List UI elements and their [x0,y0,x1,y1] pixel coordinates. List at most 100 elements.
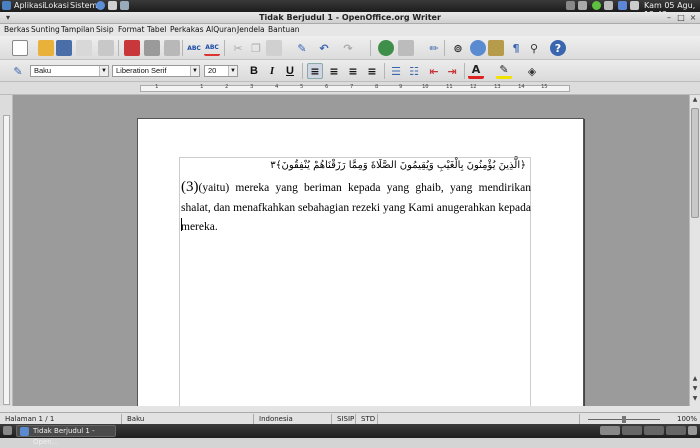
background-color-icon[interactable]: ◈ [524,63,540,79]
tray-chat-icon[interactable] [592,1,601,10]
tray-mail-icon[interactable] [604,1,613,10]
panel-menu-places[interactable]: Lokasi [44,1,69,10]
italic-icon[interactable]: I [264,63,280,79]
print-icon[interactable] [144,40,160,56]
zoom-slider[interactable] [582,414,672,424]
scroll-up-icon[interactable]: ▲ [691,96,699,105]
show-desktop-icon[interactable] [3,426,12,435]
font-name-select[interactable]: Liberation Serif ▼ [112,65,200,77]
help-launcher-icon[interactable] [120,1,129,10]
vertical-ruler[interactable] [0,95,13,406]
horizontal-ruler[interactable]: 1 1 2 3 4 5 6 7 8 9 10 11 12 13 14 15 [0,82,700,95]
redo-icon[interactable]: ↷ [340,40,356,56]
align-left-icon[interactable]: ≡ [307,63,323,79]
hyperlink-icon[interactable] [378,40,394,56]
chevron-down-icon[interactable]: ▼ [228,66,237,76]
chevron-down-icon[interactable]: ▼ [99,66,108,76]
mail-launcher-icon[interactable] [108,1,117,10]
workspace-switcher-4[interactable] [666,426,686,435]
tray-display-icon[interactable] [578,1,587,10]
browser-launcher-icon[interactable] [96,1,105,10]
spellcheck-icon[interactable]: ABC [186,40,202,56]
menu-file[interactable]: Berkas [4,25,30,34]
bluetooth-icon[interactable] [618,1,627,10]
table-icon[interactable] [398,40,414,56]
new-document-icon[interactable] [12,40,28,56]
highlighting-icon[interactable]: ✎ [496,63,512,79]
arabic-verse-text[interactable]: ﴿الَّذِينَ يُؤْمِنُونَ بِالْغَيْبِ وَيُق… [270,160,526,171]
zoom-level[interactable]: 100% [674,414,700,424]
navigator-icon[interactable] [470,40,486,56]
window-title-bar[interactable]: ▾ Tidak Berjudul 1 - OpenOffice.org Writ… [0,12,700,24]
find-replace-icon[interactable]: ⊚ [450,40,466,56]
trash-icon[interactable] [688,426,697,435]
page-count[interactable]: Halaman 1 / 1 [2,414,122,424]
paste-icon[interactable] [266,40,282,56]
align-center-icon[interactable]: ≡ [326,63,342,79]
close-icon[interactable]: × [688,13,698,22]
minimize-icon[interactable]: – [664,13,674,22]
bold-icon[interactable]: B [246,63,262,79]
tray-network-icon[interactable] [566,1,575,10]
show-draw-functions-icon[interactable]: ✏ [426,40,442,56]
menu-alquran[interactable]: AlQuran [206,25,236,34]
undo-icon[interactable]: ↶ [316,40,332,56]
save-icon[interactable] [56,40,72,56]
zoom-icon[interactable]: ⚲ [526,40,542,56]
page-up-icon[interactable]: ▲ [691,375,699,384]
menu-edit[interactable]: Sunting [31,25,60,34]
open-icon[interactable] [38,40,54,56]
menu-window[interactable]: Jendela [237,25,265,34]
font-color-icon[interactable]: A [468,63,484,79]
page-style[interactable]: Baku [124,414,254,424]
insert-mode[interactable]: SISIP [334,414,356,424]
align-right-icon[interactable]: ≡ [345,63,361,79]
menu-insert[interactable]: Sisip [96,25,114,34]
maximize-icon[interactable]: □ [676,13,686,22]
distro-logo-icon[interactable] [2,1,11,10]
menu-tools[interactable]: Perkakas [170,25,203,34]
volume-icon[interactable] [630,1,639,10]
paragraph-style-select[interactable]: Baku ▼ [30,65,109,77]
vertical-scrollbar[interactable]: ▲ ▲ ▼ ▼ [689,95,700,406]
email-icon[interactable] [76,40,92,56]
clone-formatting-icon[interactable]: ✎ [294,40,310,56]
panel-menu-system[interactable]: Sistem [70,1,97,10]
scrollbar-thumb[interactable] [691,108,699,218]
text-area[interactable]: ﴿الَّذِينَ يُؤْمِنُونَ بِالْغَيْبِ وَيُق… [179,157,531,406]
bullets-icon[interactable]: ☷ [406,63,422,79]
zoom-slider-handle[interactable] [622,416,626,423]
chevron-down-icon[interactable]: ▼ [190,66,199,76]
menu-format[interactable]: Format [118,25,144,34]
autospellcheck-icon[interactable]: ABC [204,40,220,56]
menu-table[interactable]: Tabel [147,25,166,34]
panel-menu-applications[interactable]: Aplikasi [14,1,45,10]
help-icon[interactable]: ? [550,40,566,56]
copy-icon[interactable]: ❐ [248,40,264,56]
styles-formatting-icon[interactable]: ✎ [10,63,26,79]
justify-icon[interactable]: ≡ [364,63,380,79]
taskbar-writer-item[interactable]: Tidak Berjudul 1 - Open... [16,425,116,446]
nonprinting-characters-icon[interactable]: ¶ [508,40,524,56]
cut-icon[interactable]: ✂ [230,40,246,56]
export-pdf-icon[interactable] [124,40,140,56]
menu-help[interactable]: Bantuan [268,25,300,34]
workspace-switcher-2[interactable] [622,426,642,435]
menu-view[interactable]: Tampilan [61,25,95,34]
workspace-switcher-3[interactable] [644,426,664,435]
page-down-icon[interactable]: ▼ [691,385,699,394]
translation-paragraph[interactable]: (3)(yaitu) mereka yang beriman kepada ya… [181,178,531,238]
decrease-indent-icon[interactable]: ⇤ [426,63,442,79]
edit-file-icon[interactable] [98,40,114,56]
language-status[interactable]: Indonesia [256,414,332,424]
underline-icon[interactable]: U [282,63,298,79]
font-size-select[interactable]: 20 ▼ [204,65,238,77]
workspace-switcher-1[interactable] [600,426,620,435]
document-canvas[interactable]: ﴿الَّذِينَ يُؤْمِنُونَ بِالْغَيْبِ وَيُق… [13,95,689,406]
gallery-icon[interactable] [488,40,504,56]
selection-mode[interactable]: STD [358,414,378,424]
increase-indent-icon[interactable]: ⇥ [444,63,460,79]
document-page[interactable]: ﴿الَّذِينَ يُؤْمِنُونَ بِالْغَيْبِ وَيُق… [137,118,584,406]
scroll-down-icon[interactable]: ▼ [691,395,699,404]
numbering-icon[interactable]: ☰ [388,63,404,79]
